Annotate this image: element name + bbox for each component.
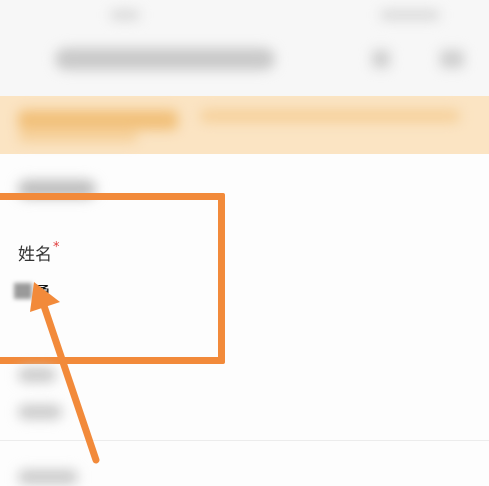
notice-banner <box>0 96 489 154</box>
screen: 姓名* 勇 <box>0 0 489 486</box>
divider <box>0 440 489 441</box>
top-navigation-bar <box>0 0 489 96</box>
form-row-label-blurred-3 <box>18 470 78 484</box>
notice-text-blurred-2 <box>200 110 460 122</box>
highlight-rectangle <box>0 193 225 364</box>
close-icon[interactable] <box>440 50 464 68</box>
more-icon[interactable] <box>372 50 390 68</box>
notice-text-blurred <box>18 110 178 130</box>
nav-title-blurred <box>55 48 275 70</box>
form-row-label-blurred-1 <box>18 368 56 382</box>
status-bar-indicators <box>380 10 440 20</box>
notice-text-blurred-3 <box>18 132 138 142</box>
status-bar-time <box>110 10 140 20</box>
form-row-label-blurred-2 <box>18 405 62 419</box>
